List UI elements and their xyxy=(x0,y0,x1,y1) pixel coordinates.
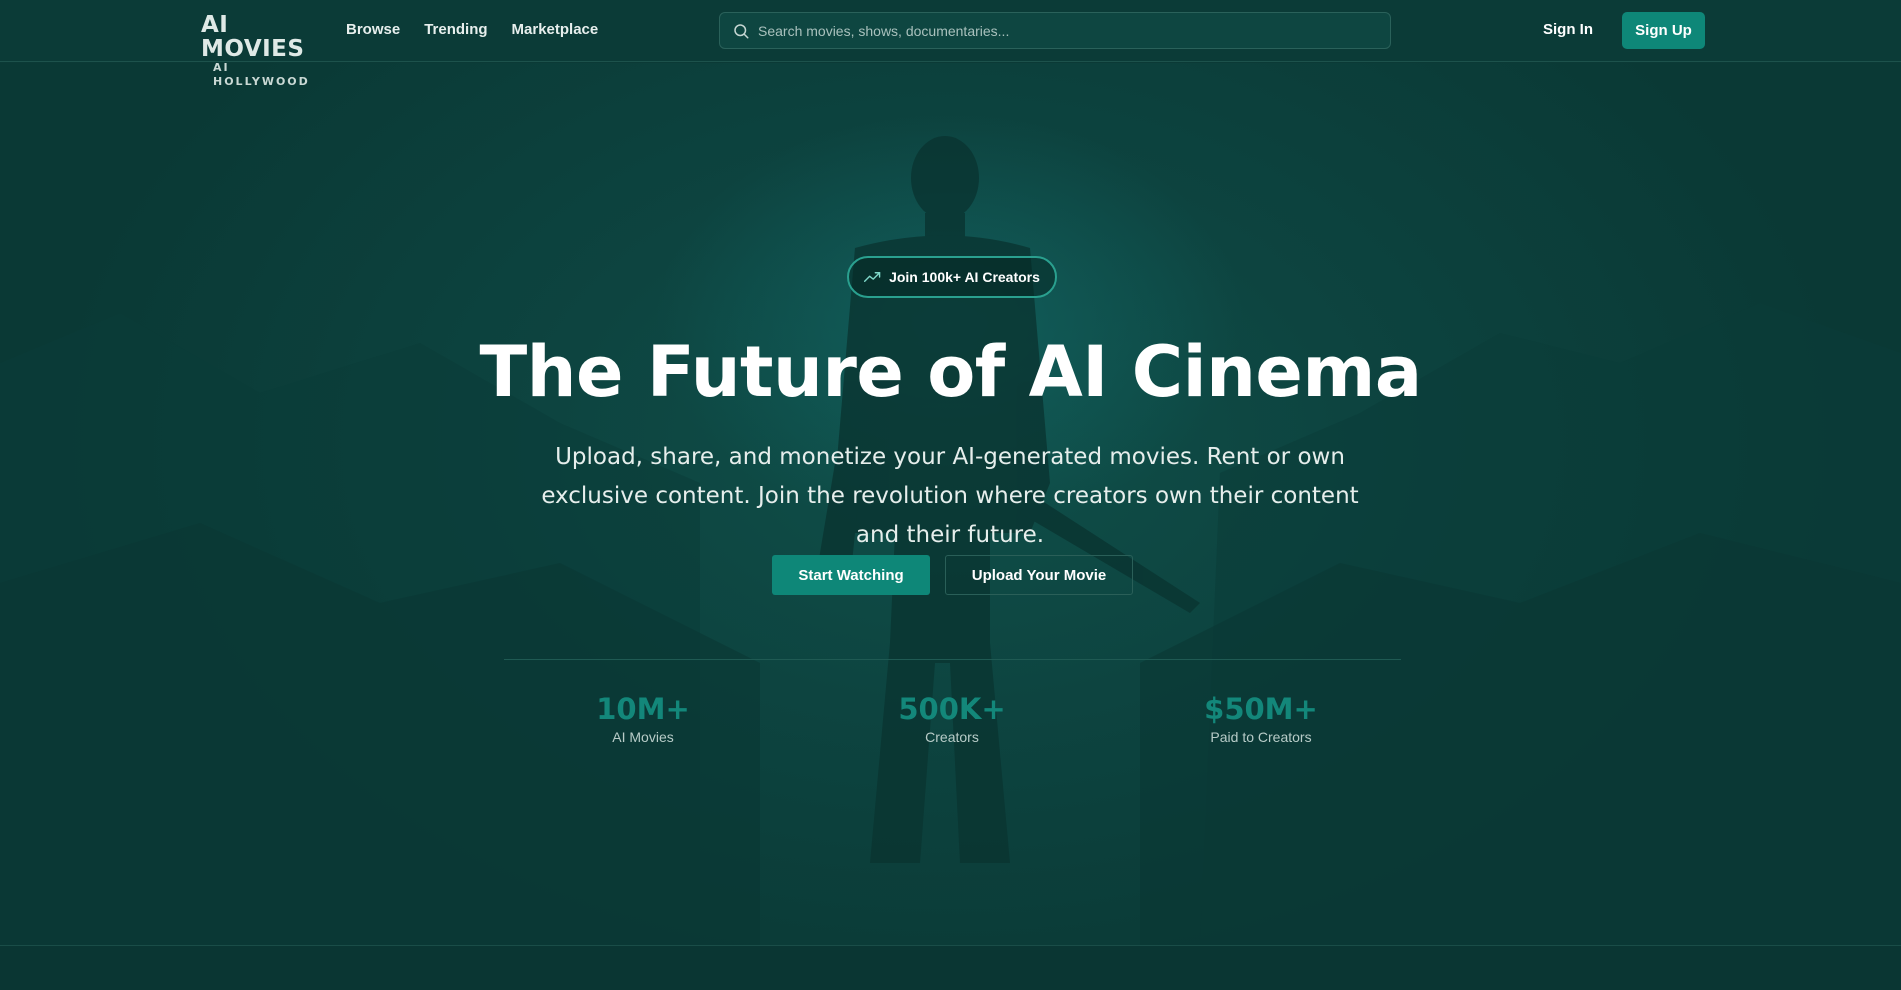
sign-in-link[interactable]: Sign In xyxy=(1543,20,1593,40)
hero-subtitle: Upload, share, and monetize your AI-gene… xyxy=(541,444,1359,548)
nav-link-browse[interactable]: Browse xyxy=(346,20,400,40)
stat-label: AI Movies xyxy=(612,729,674,745)
page: AI MOVIES AI HOLLYWOOD Browse Trending M… xyxy=(0,0,1901,990)
stat-paid-to-creators: $50M+ Paid to Creators xyxy=(1151,692,1371,747)
stats-divider xyxy=(504,659,1401,660)
upload-movie-button[interactable]: Upload Your Movie xyxy=(945,555,1133,595)
nav-link-marketplace[interactable]: Marketplace xyxy=(512,20,599,40)
stat-creators: 500K+ Creators xyxy=(842,692,1062,747)
stat-value: 500K+ xyxy=(898,692,1006,726)
sign-up-button[interactable]: Sign Up xyxy=(1622,12,1705,49)
creators-badge: Join 100k+ AI Creators xyxy=(847,256,1057,298)
stat-value: 10M+ xyxy=(596,692,690,726)
logo-title: AI MOVIES xyxy=(201,12,305,62)
search-bar[interactable] xyxy=(719,12,1391,49)
main-nav: Browse Trending Marketplace xyxy=(346,20,598,40)
search-icon xyxy=(734,24,749,39)
stat-value: $50M+ xyxy=(1204,692,1318,726)
start-watching-button[interactable]: Start Watching xyxy=(772,555,930,595)
top-navbar: AI MOVIES AI HOLLYWOOD Browse Trending M… xyxy=(0,0,1901,88)
hero-title: The Future of AI Cinema xyxy=(479,331,1422,413)
hero-section: Join 100k+ AI Creators The Future of AI … xyxy=(0,63,1901,945)
logo[interactable]: AI MOVIES AI HOLLYWOOD xyxy=(201,13,325,88)
stat-ai-movies: 10M+ AI Movies xyxy=(533,692,753,747)
badge-label: Join 100k+ AI Creators xyxy=(889,269,1040,285)
trending-up-icon xyxy=(864,272,881,282)
stat-label: Creators xyxy=(925,729,979,745)
logo-subtitle: AI HOLLYWOOD xyxy=(213,61,310,88)
nav-link-trending[interactable]: Trending xyxy=(424,20,487,40)
search-input[interactable] xyxy=(758,13,1378,48)
stat-label: Paid to Creators xyxy=(1210,729,1312,745)
next-section-edge xyxy=(0,945,1901,990)
